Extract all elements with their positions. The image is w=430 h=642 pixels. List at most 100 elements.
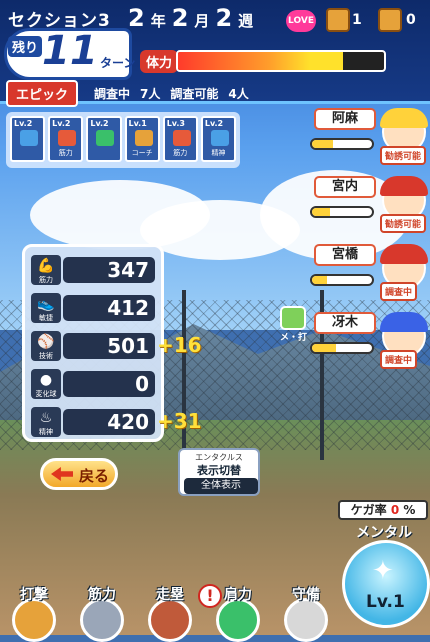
stat-label: 精神 <box>39 428 53 436</box>
event-card[interactable]: Lv.2 精神 <box>200 116 237 162</box>
shoe-icon: 👟 敏捷 <box>31 293 61 323</box>
character-card[interactable]: 冴木 調査中 <box>310 312 430 376</box>
love-heart-icon[interactable]: LOVE <box>286 10 316 32</box>
stat-row: 💪 筋力 347 <box>31 255 155 285</box>
investigation-status: 調査中 7人 調査可能 4人 <box>94 85 249 102</box>
event-card[interactable]: Lv.1 コーチ <box>124 116 160 162</box>
training-2-button[interactable]: 筋力 <box>68 584 136 642</box>
character-hat <box>380 108 428 128</box>
character-card[interactable]: 宮内 勧誘可能 <box>310 176 430 240</box>
stat-value: 0 <box>63 371 155 397</box>
card-level: Lv.2 <box>90 119 109 128</box>
training-3-button[interactable]: 走塁 <box>136 584 204 642</box>
stat-value: 501 <box>63 333 155 359</box>
arrow-left-icon <box>51 467 73 481</box>
shoulder-icon <box>216 598 260 642</box>
glove-icon <box>284 598 328 642</box>
turns-value: 11 <box>42 28 98 74</box>
ball-icon: ● 変化球 <box>31 369 61 399</box>
treasure-chest-icon[interactable] <box>326 8 350 32</box>
stat-label: 技術 <box>39 352 53 360</box>
entax-mode: 全体表示 <box>184 478 258 494</box>
muscle-icon: 💪 筋力 <box>31 255 61 285</box>
card-level: Lv.1 <box>128 119 147 128</box>
treasure-chest-icon[interactable] <box>378 8 402 32</box>
character-hat <box>380 244 428 264</box>
stat-bonus: +16 <box>157 333 202 357</box>
character-status: 勧誘可能 <box>380 146 427 165</box>
stat-row: ♨ 精神 420 +31 <box>31 407 202 437</box>
year-unit: 年 <box>150 12 166 30</box>
injury-label: ケガ率 <box>350 503 387 517</box>
character-name: 阿麻 <box>314 108 376 130</box>
chest-count: 0 <box>406 12 416 28</box>
bat-item-icon[interactable] <box>280 306 306 330</box>
week-value: 2 <box>215 4 233 32</box>
card-name: コーチ <box>131 149 153 157</box>
bat-icon <box>12 598 56 642</box>
card-name: 筋力 <box>58 149 73 157</box>
mental-label: メンタル <box>356 525 412 541</box>
training-5-button[interactable]: 守備 <box>272 584 340 642</box>
investigating-count: 7人 <box>140 87 161 101</box>
year-value: 2 <box>128 4 145 32</box>
training-label: 守備 <box>292 587 320 603</box>
affinity-fill <box>312 140 333 148</box>
affinity-fill <box>312 276 327 284</box>
month-value: 2 <box>171 4 189 32</box>
stat-row: ⚾ 技術 501 +16 <box>31 331 202 361</box>
card-level: Lv.2 <box>204 119 224 128</box>
character-affinity-bar <box>310 274 374 286</box>
investigatable-count: 4人 <box>228 87 249 101</box>
entax-toggle-button[interactable]: エンタクルス 表示切替 全体表示 <box>178 448 260 496</box>
event-card[interactable]: Lv.2 <box>10 116 46 162</box>
back-button-label: 戻る <box>79 467 110 485</box>
card-portrait-icon <box>20 130 38 146</box>
card-portrait-icon <box>134 130 153 146</box>
training-label: 走塁 <box>156 587 184 603</box>
character-name: 冴木 <box>314 312 376 334</box>
back-button[interactable]: 戻る <box>40 458 118 490</box>
training-label: 筋力 <box>88 587 116 603</box>
stat-label: 敏捷 <box>39 314 53 322</box>
affinity-fill <box>312 344 336 352</box>
character-card[interactable]: 宮橋 調査中 <box>310 244 430 308</box>
week-unit: 週 <box>238 12 254 30</box>
injury-value: 0 <box>390 503 400 517</box>
dumbbell-icon <box>80 598 124 642</box>
month-unit: 月 <box>194 12 210 30</box>
card-level: Lv.3 <box>166 119 185 128</box>
item-label: メ・打 <box>280 333 308 343</box>
stamina-bar <box>176 50 386 72</box>
card-level: Lv.2 <box>14 119 33 128</box>
event-card[interactable]: Lv.3 筋力 <box>162 116 198 162</box>
stat-row: 👟 敏捷 412 <box>31 293 155 323</box>
affinity-fill <box>312 208 330 216</box>
entax-subtitle: 表示切替 <box>197 464 241 477</box>
stat-value: 420 <box>63 409 155 435</box>
injury-unit: % <box>403 503 416 517</box>
bat-icon: ⚾ 技術 <box>31 331 61 361</box>
character-name: 宮内 <box>314 176 376 198</box>
card-portrait-icon <box>172 130 191 146</box>
card-name: 筋力 <box>173 149 188 157</box>
injury-rate: ケガ率 0 % <box>338 500 428 520</box>
event-card[interactable]: Lv.2 <box>86 116 122 162</box>
character-name: 宮橋 <box>314 244 376 266</box>
character-card[interactable]: 阿麻 勧誘可能 <box>310 108 430 172</box>
character-status: 調査中 <box>380 282 418 301</box>
stat-row: ● 変化球 0 <box>31 369 155 399</box>
stat-value: 347 <box>63 257 155 283</box>
character-hat <box>380 312 428 332</box>
fence-pole <box>182 290 186 460</box>
training-label: 打撃 <box>20 587 48 603</box>
epic-badge: エピック <box>6 80 79 107</box>
chest-count: 1 <box>352 12 362 28</box>
event-card-strip: Lv.2 Lv.2 筋力 Lv.2 Lv.1 コーチ Lv.3 筋力 Lv.2 精神 <box>6 112 240 168</box>
stat-label: 変化球 <box>35 390 57 398</box>
training-1-button[interactable]: 打撃 <box>0 584 68 642</box>
event-card[interactable]: Lv.2 筋力 <box>48 116 84 162</box>
card-portrait-icon <box>96 130 115 146</box>
investigating-label: 調査中 <box>94 87 131 101</box>
card-portrait-icon <box>210 130 229 146</box>
